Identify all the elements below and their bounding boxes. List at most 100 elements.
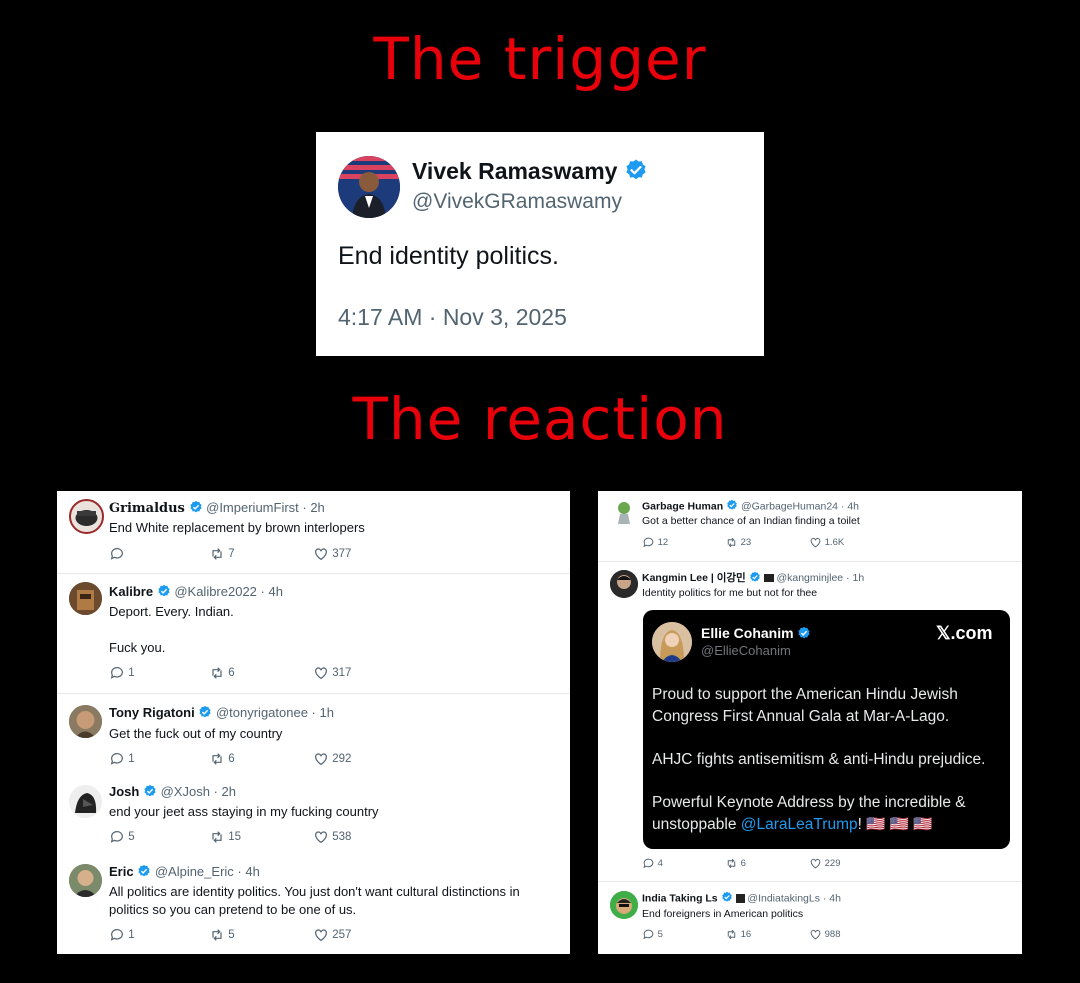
reply-button[interactable]: 1 [109, 751, 135, 767]
reply-meta[interactable]: @Kalibre2022 · 4h [174, 584, 283, 599]
comment-icon [643, 858, 654, 869]
avatar[interactable] [610, 570, 638, 598]
verified-badge-icon [137, 864, 151, 881]
reply-text: Get the fuck out of my country [109, 726, 283, 741]
repost-button[interactable]: 7 [209, 546, 235, 562]
embedded-post-card[interactable]: Ellie Cohanim @EllieCohanim 𝕏.com Proud … [643, 610, 1010, 849]
reply-tweet[interactable]: India Taking Ls @IndiatakingLs · 4h End … [598, 883, 1022, 954]
reply-text: End White replacement by brown interlope… [109, 520, 365, 535]
author-handle[interactable]: @VivekGRamaswamy [412, 190, 622, 214]
like-button[interactable]: 988 [809, 928, 841, 941]
reply-header: Tony Rigatoni @tonyrigatonee · 1h [109, 705, 334, 722]
author-name-row: Vivek Ramaswamy [412, 158, 648, 188]
like-button[interactable]: 1.6K [809, 536, 844, 549]
repost-button[interactable]: 6 [209, 751, 235, 767]
tweet-timestamp[interactable]: 4:17 AM · Nov 3, 2025 [338, 304, 567, 331]
reply-text: Identity politics for me but not for the… [642, 587, 818, 599]
repost-button[interactable]: 5 [209, 927, 235, 943]
reply-text: Deport. Every. Indian. Fuck you. [109, 604, 234, 655]
reply-text: end your jeet ass staying in my fucking … [109, 804, 379, 819]
embed-paragraph: Powerful Keynote Address by the incredib… [652, 794, 966, 833]
verified-badge-icon [157, 584, 171, 601]
reply-author-name[interactable]: India Taking Ls [642, 892, 718, 904]
reply-button[interactable] [109, 546, 125, 562]
affiliate-badge-icon [735, 894, 745, 903]
reply-header: Kangmin Lee | 이강민 @kangminjlee · 1h [642, 570, 864, 586]
repost-button[interactable]: 6 [725, 857, 746, 870]
reply-tweet[interactable]: Eric @Alpine_Eric · 4h All politics are … [57, 855, 570, 954]
reply-tweet[interactable]: Tony Rigatoni @tonyrigatonee · 1h Get th… [57, 695, 570, 773]
reply-button[interactable]: 5 [109, 829, 135, 845]
reply-meta[interactable]: @XJosh · 2h [161, 784, 236, 799]
avatar[interactable] [69, 864, 102, 897]
mention-link[interactable]: @LaraLeaTrump [741, 816, 858, 833]
heart-icon [315, 929, 327, 942]
heart-icon [315, 667, 327, 680]
reply-meta[interactable]: @IndiatakingLs · 4h [747, 892, 841, 904]
reply-author-name[interactable]: Grimaldus [109, 501, 185, 516]
avatar[interactable] [69, 785, 102, 818]
repost-icon [727, 858, 736, 869]
reply-button[interactable]: 5 [642, 928, 663, 941]
trigger-tweet-card[interactable]: Vivek Ramaswamy @VivekGRamaswamy End ide… [316, 132, 764, 356]
reply-tweet[interactable]: Kalibre @Kalibre2022 · 4h Deport. Every.… [57, 574, 570, 694]
reply-header: Garbage Human @GarbageHuman24 · 4h [642, 499, 859, 514]
like-button[interactable]: 538 [313, 829, 351, 845]
heart-icon [315, 831, 327, 844]
reply-header: Kalibre @Kalibre2022 · 4h [109, 584, 283, 601]
like-button[interactable]: 229 [809, 857, 841, 870]
verified-badge-icon [721, 891, 733, 906]
avatar[interactable] [338, 156, 400, 218]
affiliate-badge-icon [763, 574, 774, 583]
reply-header: India Taking Ls @IndiatakingLs · 4h [642, 891, 841, 906]
author-name[interactable]: Vivek Ramaswamy [412, 158, 617, 184]
avatar[interactable] [610, 498, 638, 526]
avatar[interactable] [652, 622, 692, 662]
reply-meta[interactable]: @tonyrigatonee · 1h [216, 705, 334, 720]
reply-meta[interactable]: @kangminjlee · 1h [776, 572, 864, 584]
reply-author-name[interactable]: Kangmin Lee | 이강민 [642, 572, 746, 584]
reply-author-name[interactable]: Garbage Human [642, 500, 723, 512]
like-button[interactable]: 257 [313, 927, 351, 943]
embed-author-name[interactable]: Ellie Cohanim [701, 625, 794, 641]
reply-button[interactable]: 1 [109, 665, 135, 681]
verified-badge-icon [198, 705, 212, 722]
embed-paragraph: Proud to support the American Hindu Jewi… [652, 686, 958, 725]
repost-button[interactable]: 15 [209, 829, 241, 845]
repost-icon [212, 831, 222, 843]
avatar[interactable] [69, 582, 102, 615]
repost-button[interactable]: 23 [725, 536, 751, 549]
reply-header: Grimaldus @ImperiumFirst · 2h [109, 500, 325, 517]
avatar[interactable] [610, 891, 638, 919]
reply-meta[interactable]: @ImperiumFirst · 2h [206, 500, 325, 515]
reply-tweet[interactable]: Josh @XJosh · 2h end your jeet ass stayi… [57, 775, 570, 853]
reply-header: Eric @Alpine_Eric · 4h [109, 864, 260, 881]
heart-icon [315, 753, 327, 766]
reply-text: Got a better chance of an Indian finding… [642, 515, 860, 527]
reply-tweet[interactable]: Garbage Human @GarbageHuman24 · 4h Got a… [598, 491, 1022, 562]
embed-author-row: Ellie Cohanim [701, 625, 811, 643]
reply-author-name[interactable]: Josh [109, 784, 139, 799]
repost-button[interactable]: 6 [209, 665, 235, 681]
avatar[interactable] [69, 499, 104, 534]
reply-author-name[interactable]: Tony Rigatoni [109, 705, 195, 720]
reply-button[interactable]: 1 [109, 927, 135, 943]
reply-tweet[interactable]: Kangmin Lee | 이강민 @kangminjlee · 1h Iden… [598, 562, 1022, 882]
reply-button[interactable]: 4 [642, 857, 663, 870]
reply-meta[interactable]: @Alpine_Eric · 4h [155, 864, 260, 879]
avatar[interactable] [69, 705, 102, 738]
reply-author-name[interactable]: Kalibre [109, 584, 153, 599]
like-button[interactable]: 377 [313, 546, 351, 562]
like-button[interactable]: 317 [313, 665, 351, 681]
reply-meta[interactable]: @GarbageHuman24 · 4h [741, 500, 859, 512]
reply-header: Josh @XJosh · 2h [109, 784, 236, 801]
reply-button[interactable]: 12 [642, 536, 668, 549]
like-button[interactable]: 292 [313, 751, 351, 767]
repost-button[interactable]: 16 [725, 928, 751, 941]
embed-author-handle[interactable]: @EllieCohanim [701, 643, 791, 658]
heart-icon [315, 548, 327, 561]
verified-badge-icon [624, 158, 648, 188]
reply-author-name[interactable]: Eric [109, 864, 134, 879]
reply-tweet[interactable]: Grimaldus @ImperiumFirst · 2h End White … [57, 491, 570, 574]
repost-icon [212, 667, 222, 679]
